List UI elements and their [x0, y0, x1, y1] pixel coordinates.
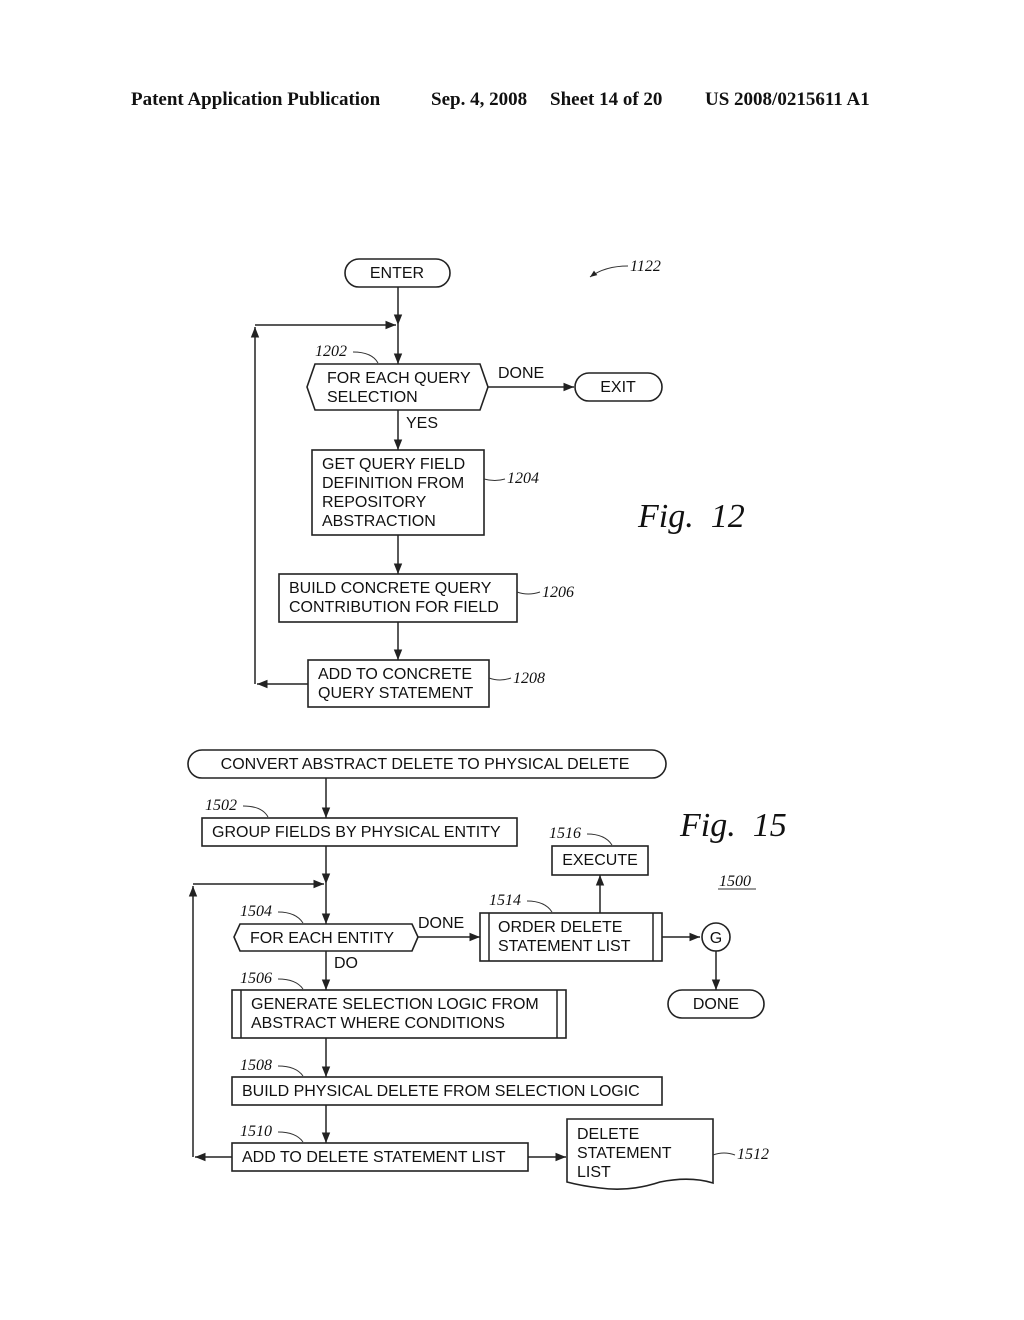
exit-label: EXIT	[600, 379, 636, 396]
ref-1508-label: 1508	[240, 1057, 272, 1074]
step-1514-line-2: STATEMENT LIST	[498, 938, 631, 955]
yes-label: YES	[406, 415, 438, 432]
enter-label: ENTER	[370, 265, 424, 282]
doc-1512-line-1: DELETE	[577, 1126, 639, 1143]
done-label-15: DONE	[418, 915, 464, 932]
connector-g: G	[701, 922, 731, 952]
step-1506-generate-selection-logic: GENERATE SELECTION LOGIC FROM ABSTRACT W…	[231, 970, 567, 1039]
start-label: CONVERT ABSTRACT DELETE TO PHYSICAL DELE…	[221, 756, 630, 773]
step-1510-label: ADD TO DELETE STATEMENT LIST	[242, 1149, 506, 1166]
step-1206-line-1: BUILD CONCRETE QUERY	[289, 580, 492, 597]
exit-terminal: EXIT	[574, 372, 663, 402]
step-1516-label: EXECUTE	[562, 852, 638, 869]
figure-12: ENTER 1122 FOR EACH QUERY SELECTION 1202…	[250, 258, 745, 708]
do-label: DO	[334, 955, 358, 972]
done-label-12: DONE	[498, 365, 544, 382]
loop-1202-line-2: SELECTION	[327, 389, 418, 406]
ref-1122: 1122	[589, 258, 661, 278]
step-1204-line-4: ABSTRACTION	[322, 513, 436, 530]
ref-1206-label: 1206	[542, 584, 574, 601]
step-1204-line-3: REPOSITORY	[322, 494, 427, 511]
ref-1514-label: 1514	[489, 892, 521, 909]
step-1204-line-2: DEFINITION FROM	[322, 475, 464, 492]
done-terminal-label: DONE	[693, 996, 739, 1013]
ref-1502-label: 1502	[205, 797, 237, 814]
start-terminal-convert: CONVERT ABSTRACT DELETE TO PHYSICAL DELE…	[187, 749, 667, 779]
ref-1512-label: 1512	[737, 1146, 769, 1163]
step-1510-add-to-delete-list: ADD TO DELETE STATEMENT LIST 1510	[231, 1123, 529, 1172]
loop-1504-label: FOR EACH ENTITY	[250, 930, 394, 947]
figure-12-label: Fig. 12	[637, 498, 745, 535]
step-1208-add-to-concrete-query: ADD TO CONCRETE QUERY STATEMENT 1208	[307, 659, 545, 708]
flowchart-drawing: ENTER 1122 FOR EACH QUERY SELECTION 1202…	[187, 258, 787, 1190]
step-1508-label: BUILD PHYSICAL DELETE FROM SELECTION LOG…	[242, 1083, 640, 1100]
ref-1510-label: 1510	[240, 1123, 272, 1140]
doc-1512-line-2: STATEMENT	[577, 1145, 672, 1162]
document-1512-delete-statement-list: DELETE STATEMENT LIST 1512	[566, 1118, 769, 1190]
step-1516-execute: EXECUTE 1516	[549, 825, 649, 876]
ref-1504-label: 1504	[240, 903, 272, 920]
step-1508-build-physical-delete: BUILD PHYSICAL DELETE FROM SELECTION LOG…	[231, 1057, 663, 1106]
done-terminal: DONE	[667, 989, 765, 1019]
figure-15: CONVERT ABSTRACT DELETE TO PHYSICAL DELE…	[187, 749, 787, 1190]
ref-1506-label: 1506	[240, 970, 272, 987]
step-1204-get-query-field: GET QUERY FIELD DEFINITION FROM REPOSITO…	[311, 449, 539, 536]
ref-1500-label: 1500	[719, 873, 751, 890]
step-1206-line-2: CONTRIBUTION FOR FIELD	[289, 599, 499, 616]
enter-terminal: ENTER	[344, 258, 451, 288]
step-1506-line-2: ABSTRACT WHERE CONDITIONS	[251, 1015, 505, 1032]
figure-15-label: Fig. 15	[679, 807, 787, 844]
loop-1202-line-1: FOR EACH QUERY	[327, 370, 471, 387]
step-1502-group-fields: GROUP FIELDS BY PHYSICAL ENTITY 1502	[201, 797, 518, 847]
ref-1204-label: 1204	[507, 470, 539, 487]
ref-1122-label: 1122	[630, 258, 661, 275]
connector-g-label: G	[710, 930, 722, 947]
step-1206-build-concrete-query: BUILD CONCRETE QUERY CONTRIBUTION FOR FI…	[278, 573, 574, 623]
step-1208-line-1: ADD TO CONCRETE	[318, 666, 472, 683]
step-1502-label: GROUP FIELDS BY PHYSICAL ENTITY	[212, 824, 501, 841]
step-1514-line-1: ORDER DELETE	[498, 919, 622, 936]
step-1204-line-1: GET QUERY FIELD	[322, 456, 465, 473]
step-1506-line-1: GENERATE SELECTION LOGIC FROM	[251, 996, 539, 1013]
ref-1202-label: 1202	[315, 343, 347, 360]
step-1514-order-delete-list: ORDER DELETE STATEMENT LIST 1514	[479, 892, 663, 962]
ref-1208-label: 1208	[513, 670, 545, 687]
doc-1512-line-3: LIST	[577, 1164, 611, 1181]
ref-1516-label: 1516	[549, 825, 581, 842]
step-1208-line-2: QUERY STATEMENT	[318, 685, 474, 702]
